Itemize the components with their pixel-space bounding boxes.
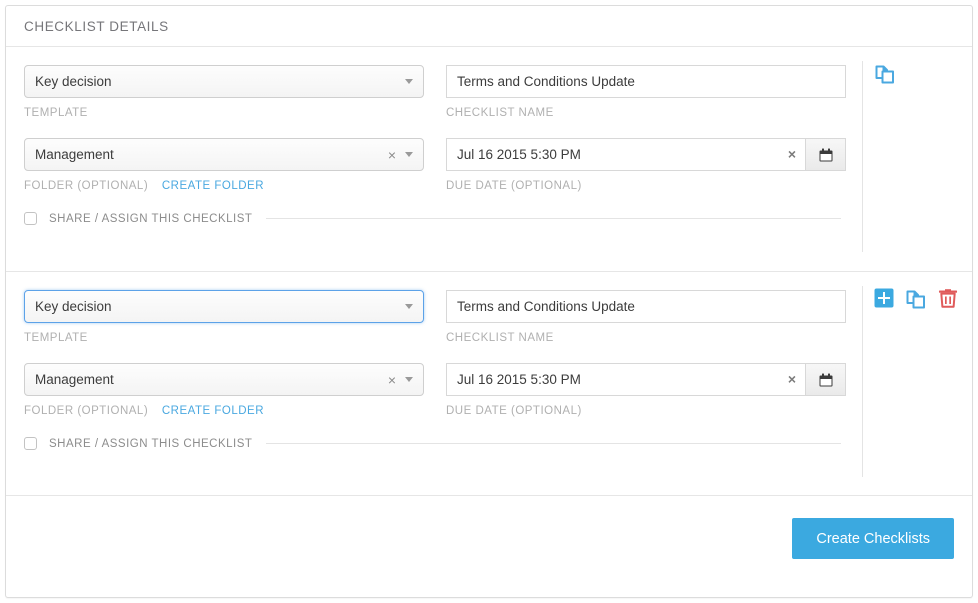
row-folder-date-2: Management × FOLDER (OPTIONAL) CREATE FO…: [24, 363, 852, 417]
due-date-label-1: DUE DATE (OPTIONAL): [446, 180, 846, 192]
checklist-name-wrap-2: [446, 290, 846, 323]
add-checklist-button-2[interactable]: [874, 288, 894, 308]
copy-icon: [905, 288, 927, 310]
checklist-name-label-2: CHECKLIST NAME: [446, 332, 846, 344]
template-select-2[interactable]: Key decision: [24, 290, 424, 323]
share-assign-row-2: SHARE / ASSIGN THIS CHECKLIST: [6, 437, 841, 450]
calendar-icon: [819, 373, 833, 387]
folder-group-2: Management × FOLDER (OPTIONAL) CREATE FO…: [24, 363, 424, 417]
row-template-name-2: Key decision TEMPLATE CHECKLIST NAME: [24, 290, 852, 344]
checklist-name-label-1: CHECKLIST NAME: [446, 107, 846, 119]
checklist-name-wrap-1: [446, 65, 846, 98]
checklist-name-input-1[interactable]: [446, 65, 846, 98]
due-date-picker-button-2[interactable]: [805, 363, 846, 396]
create-folder-link-1[interactable]: CREATE FOLDER: [162, 180, 264, 192]
folder-group-1: Management × FOLDER (OPTIONAL) CREATE FO…: [24, 138, 424, 192]
checklist-name-input-2[interactable]: [446, 290, 846, 323]
panel-header: CHECKLIST DETAILS: [6, 6, 972, 47]
checklist-details-panel: CHECKLIST DETAILS Key decision TEMPLATE …: [5, 5, 973, 598]
template-select-1[interactable]: Key decision: [24, 65, 424, 98]
folder-clear-icon-2[interactable]: ×: [388, 373, 396, 387]
row-folder-date-1: Management × FOLDER (OPTIONAL) CREATE FO…: [24, 138, 852, 192]
chevron-down-icon: [405, 304, 413, 309]
create-checklists-button[interactable]: Create Checklists: [792, 518, 954, 559]
due-date-picker-button-1[interactable]: [805, 138, 846, 171]
copy-icon: [874, 63, 896, 85]
folder-select-value-2: Management: [35, 372, 388, 387]
copy-checklist-button-1[interactable]: [874, 63, 896, 85]
action-rail-divider-2: [862, 286, 863, 477]
chevron-down-icon: [405, 152, 413, 157]
checklist-section-2: Key decision TEMPLATE CHECKLIST NAME Man…: [6, 271, 972, 495]
create-folder-link-2[interactable]: CREATE FOLDER: [162, 405, 264, 417]
folder-select-2[interactable]: Management ×: [24, 363, 424, 396]
template-select-value-1: Key decision: [35, 74, 405, 89]
due-date-input-2[interactable]: [446, 363, 805, 396]
due-date-wrap-2: ×: [446, 363, 846, 396]
folder-select-1[interactable]: Management ×: [24, 138, 424, 171]
delete-checklist-button-2[interactable]: [938, 288, 958, 309]
share-assign-checkbox-2[interactable]: [24, 437, 37, 450]
due-date-input-1[interactable]: [446, 138, 805, 171]
action-rail-divider-1: [862, 61, 863, 252]
due-date-clear-icon-2[interactable]: ×: [788, 372, 796, 386]
share-assign-row-1: SHARE / ASSIGN THIS CHECKLIST: [6, 212, 841, 225]
template-label-2: TEMPLATE: [24, 332, 424, 344]
template-group-1: Key decision TEMPLATE: [24, 65, 424, 119]
action-buttons-2: [874, 288, 958, 310]
share-divider-2: [266, 443, 841, 444]
checklist-name-group-1: CHECKLIST NAME: [446, 65, 846, 119]
copy-checklist-button-2[interactable]: [905, 288, 927, 310]
row-template-name-1: Key decision TEMPLATE CHECKLIST NAME: [24, 65, 852, 119]
folder-label-group-1: FOLDER (OPTIONAL) CREATE FOLDER: [24, 180, 424, 192]
due-date-clear-icon-1[interactable]: ×: [788, 147, 796, 161]
template-label-1: TEMPLATE: [24, 107, 424, 119]
share-assign-label-2: SHARE / ASSIGN THIS CHECKLIST: [49, 438, 252, 450]
panel-footer: Create Checklists: [6, 495, 972, 581]
checklist-fields-1: Key decision TEMPLATE CHECKLIST NAME Man…: [6, 65, 852, 192]
share-assign-checkbox-1[interactable]: [24, 212, 37, 225]
due-date-group-2: × DUE DATE (OPTIONAL): [446, 363, 846, 417]
page-title: CHECKLIST DETAILS: [24, 19, 169, 34]
chevron-down-icon: [405, 377, 413, 382]
folder-label-2: FOLDER (OPTIONAL): [24, 405, 148, 417]
due-date-label-2: DUE DATE (OPTIONAL): [446, 405, 846, 417]
template-select-value-2: Key decision: [35, 299, 405, 314]
share-divider-1: [266, 218, 841, 219]
share-assign-label-1: SHARE / ASSIGN THIS CHECKLIST: [49, 213, 252, 225]
checklist-fields-2: Key decision TEMPLATE CHECKLIST NAME Man…: [6, 290, 852, 417]
due-date-group-1: × DUE DATE (OPTIONAL): [446, 138, 846, 192]
checklist-section-1: Key decision TEMPLATE CHECKLIST NAME Man…: [6, 47, 972, 271]
add-icon: [874, 288, 894, 308]
template-group-2: Key decision TEMPLATE: [24, 290, 424, 344]
delete-icon: [938, 288, 958, 309]
calendar-icon: [819, 148, 833, 162]
folder-label-group-2: FOLDER (OPTIONAL) CREATE FOLDER: [24, 405, 424, 417]
folder-clear-icon-1[interactable]: ×: [388, 148, 396, 162]
due-date-wrap-1: ×: [446, 138, 846, 171]
checklist-name-group-2: CHECKLIST NAME: [446, 290, 846, 344]
action-buttons-1: [874, 63, 896, 85]
folder-label-1: FOLDER (OPTIONAL): [24, 180, 148, 192]
folder-select-value-1: Management: [35, 147, 388, 162]
chevron-down-icon: [405, 79, 413, 84]
